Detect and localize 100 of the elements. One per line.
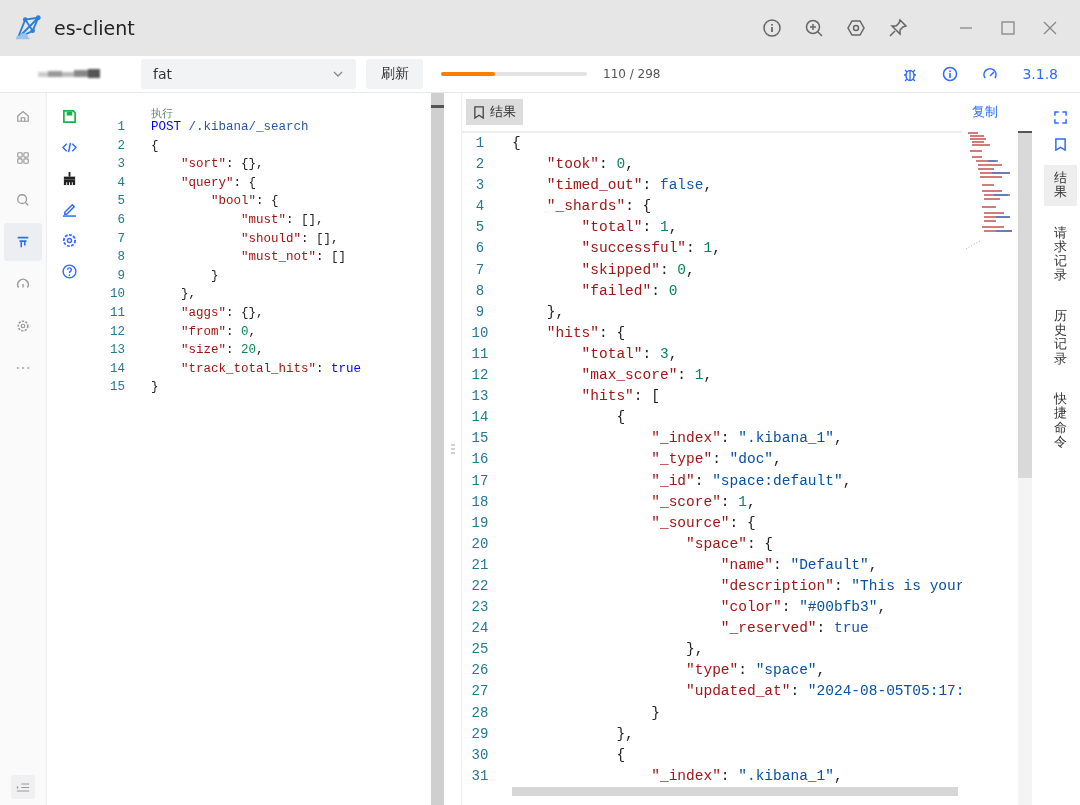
gear-icon xyxy=(16,319,30,333)
maximize-icon[interactable] xyxy=(998,18,1018,38)
code-line: POST /.kibana/_search xyxy=(151,119,309,136)
line-number: 2 xyxy=(474,155,486,175)
line-number: 18 xyxy=(470,492,490,512)
code-line: "track_total_hits": true xyxy=(180,360,362,378)
line-number: 29 xyxy=(470,724,490,744)
bookmark-icon[interactable] xyxy=(1053,138,1067,151)
line-number: 1 xyxy=(116,119,126,136)
code-line: "name": "Default", xyxy=(719,555,878,575)
line-number: 11 xyxy=(470,344,490,364)
line-number: 4 xyxy=(116,174,126,192)
side-tab[interactable]: 结果 xyxy=(1043,165,1077,206)
line-number: 12 xyxy=(470,366,490,386)
code-line: } xyxy=(650,703,660,723)
code-line: "total": 3, xyxy=(580,344,678,364)
brush-icon[interactable] xyxy=(61,171,77,186)
side-tab[interactable]: 快捷命令 xyxy=(1043,385,1077,456)
version-link[interactable]: 3.1.8 xyxy=(1022,66,1058,82)
help-icon[interactable] xyxy=(61,264,77,279)
line-number: 26 xyxy=(470,661,490,681)
code-line: } xyxy=(210,267,219,285)
code-line: "updated_at": "2024-08-05T05:17: xyxy=(685,682,962,702)
refresh-button[interactable]: 刷新 xyxy=(366,59,423,89)
side-tab[interactable]: 历史记录 xyxy=(1043,302,1077,372)
code-line: "took": 0, xyxy=(545,155,634,175)
line-number: 6 xyxy=(116,211,126,229)
info-icon[interactable] xyxy=(762,18,782,38)
code-line: "_shards": { xyxy=(545,197,652,217)
code-line: "from": 0, xyxy=(180,323,257,341)
run-link[interactable]: 执行 xyxy=(151,107,173,120)
blurred-name-icon xyxy=(38,69,100,79)
code-line: "_index": ".kibana_1", xyxy=(650,429,843,449)
code-line: "failed": 0 xyxy=(580,281,678,301)
side-tab[interactable]: 请求记录 xyxy=(1043,219,1077,289)
collapse-button[interactable] xyxy=(11,775,35,799)
code-line: "skipped": 0, xyxy=(580,260,695,280)
search-icon xyxy=(16,193,30,207)
code-line: "must": [], xyxy=(240,211,324,229)
grid-icon xyxy=(16,151,30,165)
code-line: "query": { xyxy=(180,174,257,192)
line-number: 30 xyxy=(470,745,490,765)
code-line: "hits": [ xyxy=(580,387,660,407)
line-number: 10 xyxy=(109,286,126,304)
gauge-icon xyxy=(16,277,30,291)
line-number: 15 xyxy=(470,429,490,449)
code-line: "total": 1, xyxy=(580,218,678,238)
code-icon[interactable] xyxy=(61,140,77,155)
code-line: "size": 20, xyxy=(180,342,264,360)
code-line: { xyxy=(151,137,159,155)
line-number: 9 xyxy=(116,267,126,285)
code-line: "successful": 1, xyxy=(580,239,721,259)
code-line: }, xyxy=(180,286,196,304)
info-icon[interactable] xyxy=(942,66,959,82)
nav-item[interactable] xyxy=(4,223,42,261)
pin-icon[interactable] xyxy=(888,18,908,38)
line-number: 9 xyxy=(474,302,486,322)
settings-icon[interactable] xyxy=(846,18,866,38)
line-number: 24 xyxy=(470,619,490,639)
zoom-in-icon[interactable] xyxy=(804,18,824,38)
home-icon xyxy=(16,109,30,123)
code-line: }, xyxy=(545,302,565,322)
line-number: 8 xyxy=(474,281,486,301)
code-line: { xyxy=(615,745,626,765)
copy-link[interactable]: 复制 xyxy=(972,103,998,121)
line-number: 19 xyxy=(470,513,490,533)
line-number: 16 xyxy=(470,450,490,470)
line-number: 5 xyxy=(474,218,486,238)
code-line: "sort": {}, xyxy=(180,156,264,174)
code-line: "aggs": {}, xyxy=(180,304,264,322)
fullscreen-icon[interactable] xyxy=(1053,111,1067,124)
line-number: 3 xyxy=(474,176,486,196)
line-number: 20 xyxy=(470,534,490,554)
line-number: 22 xyxy=(470,576,490,596)
grip-icon xyxy=(450,444,455,454)
scrollbar[interactable] xyxy=(431,93,444,805)
gear-icon[interactable] xyxy=(61,233,77,248)
code-line: }, xyxy=(685,640,704,660)
line-number: 15 xyxy=(109,379,126,397)
line-number: 10 xyxy=(470,323,490,343)
code-line: "must_not": [] xyxy=(240,249,347,267)
code-line: "should": [], xyxy=(240,230,339,248)
line-number: 17 xyxy=(470,471,490,491)
code-line: "_type": "doc", xyxy=(650,450,782,470)
window-title: es-client xyxy=(54,17,135,39)
line-number: 8 xyxy=(116,249,126,267)
line-number: 13 xyxy=(470,387,490,407)
line-number: 25 xyxy=(470,640,490,660)
bookmark-icon xyxy=(473,105,486,119)
pencil-icon[interactable] xyxy=(61,202,77,217)
cluster-select[interactable]: fat xyxy=(141,59,356,89)
line-number: 28 xyxy=(470,703,490,723)
line-number: 7 xyxy=(474,260,486,280)
line-number: 21 xyxy=(470,555,490,575)
result-tab[interactable]: 结果 xyxy=(466,99,523,125)
save-icon[interactable] xyxy=(61,109,77,124)
scrollbar[interactable] xyxy=(1018,131,1032,805)
progress-reading: 110 / 298 xyxy=(603,67,661,81)
horizontal-scrollbar[interactable] xyxy=(512,786,958,796)
code-line: "space": { xyxy=(685,534,774,554)
